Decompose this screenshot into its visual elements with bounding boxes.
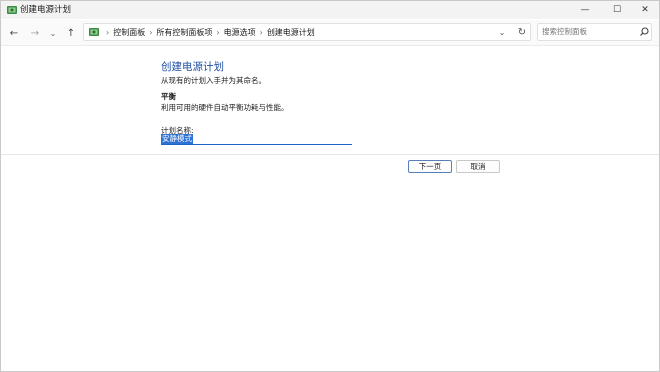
search-box[interactable] (537, 23, 652, 41)
breadcrumb-item-create-plan[interactable]: 创建电源计划 (267, 27, 315, 38)
refresh-icon[interactable]: ↻ (516, 25, 528, 39)
back-button[interactable]: ← (7, 26, 21, 40)
breadcrumb-separator[interactable]: › (260, 28, 263, 37)
recent-locations-button[interactable]: ⌄ (46, 26, 60, 40)
forward-button[interactable]: → (28, 26, 42, 40)
breadcrumb-separator[interactable]: › (149, 28, 152, 37)
plan-option-description: 利用可用的硬件自动平衡功耗与性能。 (161, 103, 289, 112)
cancel-button[interactable]: 取消 (456, 160, 500, 173)
minimize-button[interactable]: — (570, 1, 600, 19)
control-panel-window: 创建电源计划 — ☐ ✕ ← → ⌄ ↑ › 控制面板 › 所有控制面板项 › … (0, 0, 660, 372)
window-title: 创建电源计划 (20, 5, 72, 15)
up-button[interactable]: ↑ (64, 26, 78, 40)
breadcrumb-separator: › (106, 27, 110, 37)
plan-name-value[interactable]: 安静模式 (161, 134, 193, 144)
control-panel-icon (7, 6, 17, 14)
plan-name-field[interactable]: 安静模式 (161, 134, 352, 145)
search-icon[interactable] (638, 26, 650, 38)
divider (1, 154, 659, 155)
title-bar: 创建电源计划 — ☐ ✕ (1, 1, 659, 19)
navigation-bar: ← → ⌄ ↑ › 控制面板 › 所有控制面板项 › 电源选项 › 创建电源计划… (1, 20, 659, 46)
breadcrumb-item-control-panel[interactable]: 控制面板 (113, 27, 145, 38)
plan-option-title[interactable]: 平衡 (161, 91, 176, 102)
search-input[interactable] (542, 26, 632, 38)
address-bar[interactable]: › 控制面板 › 所有控制面板项 › 电源选项 › 创建电源计划 ⌄ ↻ (83, 23, 531, 41)
address-history-dropdown[interactable]: ⌄ (496, 25, 508, 39)
breadcrumb-item-all-items[interactable]: 所有控制面板项 (156, 27, 212, 38)
next-button[interactable]: 下一页 (408, 160, 452, 173)
breadcrumb-separator[interactable]: › (216, 28, 219, 37)
maximize-button[interactable]: ☐ (602, 1, 632, 19)
close-button[interactable]: ✕ (630, 1, 660, 19)
create-power-plan-panel: 创建电源计划 从现有的计划入手并为其命名。 平衡 利用可用的硬件自动平衡功耗与性… (1, 46, 659, 154)
intro-text: 从现有的计划入手并为其命名。 (161, 76, 266, 85)
page-title: 创建电源计划 (161, 61, 224, 73)
control-panel-icon (89, 28, 99, 36)
breadcrumb-item-power-options[interactable]: 电源选项 (224, 27, 256, 38)
breadcrumb: › 控制面板 › 所有控制面板项 › 电源选项 › 创建电源计划 (102, 24, 315, 40)
